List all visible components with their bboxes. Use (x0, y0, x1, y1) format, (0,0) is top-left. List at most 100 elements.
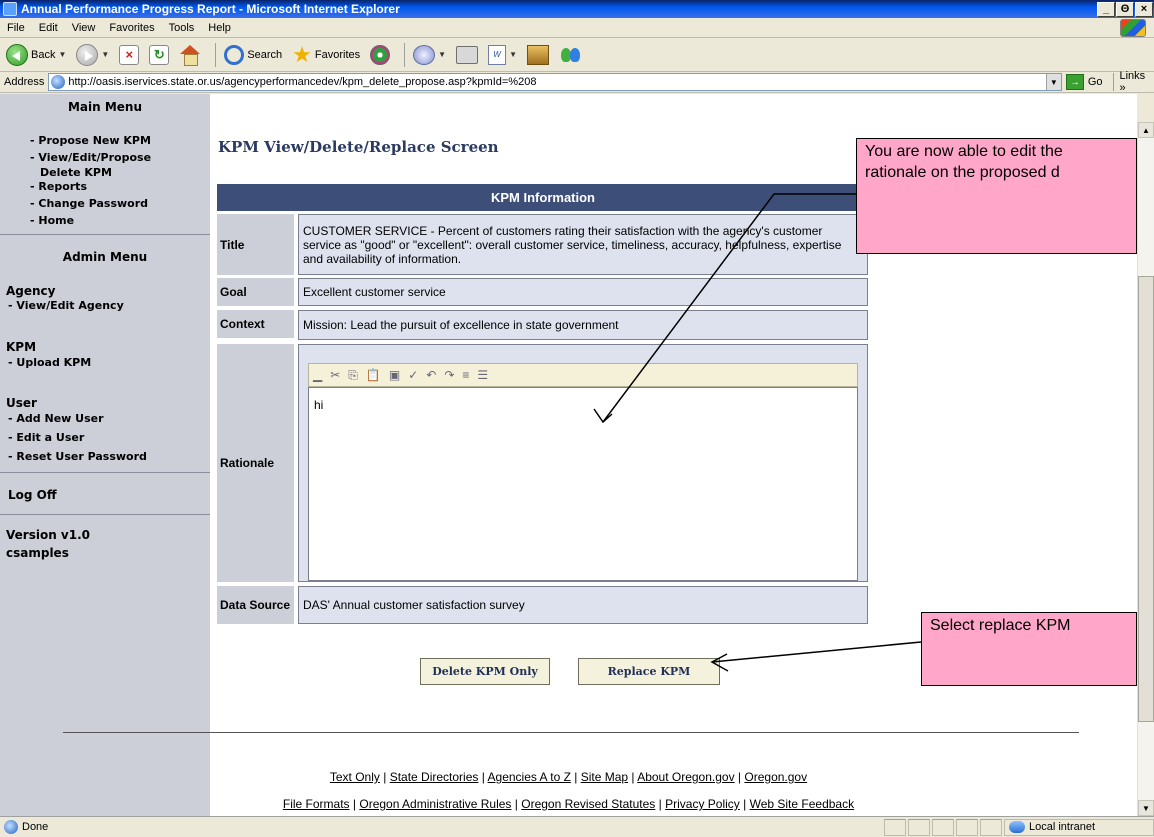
menu-view[interactable]: View (65, 22, 103, 34)
goal-label: Goal (217, 278, 294, 306)
favorites-label: Favorites (314, 48, 361, 61)
sidebar-item-propose-new-kpm[interactable]: - Propose New KPM (30, 134, 151, 147)
footer-link-about[interactable]: About Oregon.gov (637, 770, 734, 784)
sidebar-divider (0, 514, 210, 515)
address-bar: Address http://oasis.iservices.state.or.… (0, 70, 1154, 94)
footer-link-state-directories[interactable]: State Directories (390, 770, 479, 784)
editor-menu-icon[interactable]: ▁ (313, 368, 322, 382)
footer-link-oregon-gov[interactable]: Oregon.gov (744, 770, 807, 784)
status-panel (932, 818, 954, 836)
menu-file[interactable]: File (0, 22, 32, 34)
mail-icon (413, 44, 436, 65)
go-button[interactable]: → Go (1065, 74, 1103, 90)
paste-word-icon[interactable]: ▣ (389, 368, 400, 382)
menu-edit[interactable]: Edit (32, 22, 65, 34)
search-label: Search (247, 48, 283, 61)
footer-link-file-formats[interactable]: File Formats (283, 797, 350, 811)
footer-link-admin-rules[interactable]: Oregon Administrative Rules (359, 797, 511, 811)
chevron-down-icon[interactable]: ▼ (509, 50, 517, 59)
undo-icon[interactable]: ↶ (426, 368, 436, 382)
footer-link-revised-statutes[interactable]: Oregon Revised Statutes (521, 797, 655, 811)
paste-icon[interactable]: 📋 (366, 368, 381, 382)
forward-button[interactable]: ▼ (74, 41, 111, 69)
media-button[interactable] (368, 41, 392, 69)
footer-separator: | (570, 770, 581, 784)
search-button[interactable]: Search (222, 41, 284, 69)
footer-link-feedback[interactable]: Web Site Feedback (750, 797, 855, 811)
links-button[interactable]: Links » (1112, 70, 1154, 94)
maximize-button[interactable]: Θ (1116, 1, 1134, 17)
sidebar-item-reports[interactable]: - Reports (30, 180, 87, 193)
sidebar-item-log-off[interactable]: Log Off (8, 489, 57, 502)
address-label: Address (4, 76, 45, 88)
refresh-button[interactable]: ↻ (147, 41, 171, 69)
delete-kpm-only-button[interactable]: Delete KPM Only (420, 658, 550, 685)
numbered-list-icon[interactable]: ≡ (462, 368, 469, 382)
stop-icon: × (119, 44, 140, 65)
sidebar-item-view-edit-propose[interactable]: - View/Edit/Propose (30, 151, 151, 164)
bullet-list-icon[interactable]: ☰ (477, 368, 488, 382)
datasource-label: Data Source (217, 586, 294, 624)
footer-divider (63, 732, 1079, 733)
stop-button[interactable]: × (117, 41, 141, 69)
window-title: Annual Performance Progress Report - Mic… (21, 2, 400, 16)
menu-favorites[interactable]: Favorites (102, 22, 161, 34)
footer-link-privacy[interactable]: Privacy Policy (665, 797, 740, 811)
sidebar-item-add-new-user[interactable]: - Add New User (8, 412, 104, 425)
status-bar: Done Local intranet (0, 816, 1154, 837)
chevron-down-icon[interactable]: ▼ (58, 50, 66, 59)
sidebar-item-change-password[interactable]: - Change Password (30, 197, 148, 210)
sidebar-item-delete-kpm[interactable]: Delete KPM (40, 166, 112, 179)
footer-separator: | (478, 770, 488, 784)
vertical-scrollbar[interactable]: ▲ ▼ (1137, 122, 1154, 816)
address-url[interactable]: http://oasis.iservices.state.or.us/agenc… (68, 76, 1045, 88)
chevron-down-icon[interactable]: ▼ (438, 50, 446, 59)
home-button[interactable] (177, 41, 203, 69)
minimize-button[interactable]: _ (1097, 1, 1115, 17)
menu-tools[interactable]: Tools (162, 22, 202, 34)
footer-link-text-only[interactable]: Text Only (330, 770, 380, 784)
mail-button[interactable]: ▼ (411, 41, 448, 69)
research-button[interactable] (525, 41, 551, 69)
search-icon (224, 44, 245, 65)
main-menu-title: Main Menu (67, 100, 143, 114)
printer-icon (456, 45, 479, 64)
standard-toolbar: Back ▼ ▼ × ↻ Search ★ Favorites ▼ W ▼ (0, 38, 1154, 72)
status-panel (956, 818, 978, 836)
go-label: Go (1087, 76, 1103, 88)
redo-icon[interactable]: ↷ (444, 368, 454, 382)
scroll-up-arrow-icon[interactable]: ▲ (1138, 122, 1154, 138)
goal-value: Excellent customer service (298, 278, 868, 306)
cut-icon[interactable]: ✂ (330, 368, 340, 382)
scroll-down-arrow-icon[interactable]: ▼ (1138, 800, 1154, 816)
sidebar-item-edit-user[interactable]: - Edit a User (8, 431, 84, 444)
menu-help[interactable]: Help (201, 22, 238, 34)
status-panel (908, 818, 930, 836)
chevron-down-icon[interactable]: ▼ (1045, 74, 1061, 90)
sidebar-item-upload-kpm[interactable]: - Upload KPM (8, 356, 91, 369)
replace-kpm-button[interactable]: Replace KPM (578, 658, 720, 685)
annotation-callout-replace: Select replace KPM (921, 612, 1137, 686)
datasource-value: DAS' Annual customer satisfaction survey (298, 586, 868, 624)
refresh-icon: ↻ (149, 44, 170, 65)
close-button[interactable]: × (1135, 1, 1153, 17)
spellcheck-icon[interactable]: ✓ (408, 368, 418, 382)
chevron-down-icon[interactable]: ▼ (101, 50, 109, 59)
print-button[interactable] (454, 41, 480, 69)
scroll-thumb[interactable] (1138, 276, 1154, 722)
footer-link-site-map[interactable]: Site Map (581, 770, 628, 784)
edit-button[interactable]: W ▼ (486, 41, 519, 69)
sidebar-item-view-edit-agency[interactable]: - View/Edit Agency (8, 299, 124, 312)
footer-separator: | (655, 797, 666, 811)
messenger-button[interactable] (557, 41, 585, 69)
address-input[interactable]: http://oasis.iservices.state.or.us/agenc… (48, 73, 1062, 91)
go-arrow-icon: → (1065, 74, 1084, 90)
footer-separator: | (734, 770, 745, 784)
favorites-button[interactable]: ★ Favorites (290, 41, 362, 69)
back-button[interactable]: Back ▼ (4, 41, 68, 69)
sidebar-item-home[interactable]: - Home (30, 214, 74, 227)
sidebar-item-reset-password[interactable]: - Reset User Password (8, 450, 147, 463)
rationale-editor[interactable]: hi (308, 387, 858, 581)
copy-icon[interactable]: ⎘ (348, 368, 358, 383)
footer-link-agencies[interactable]: Agencies A to Z (488, 770, 571, 784)
